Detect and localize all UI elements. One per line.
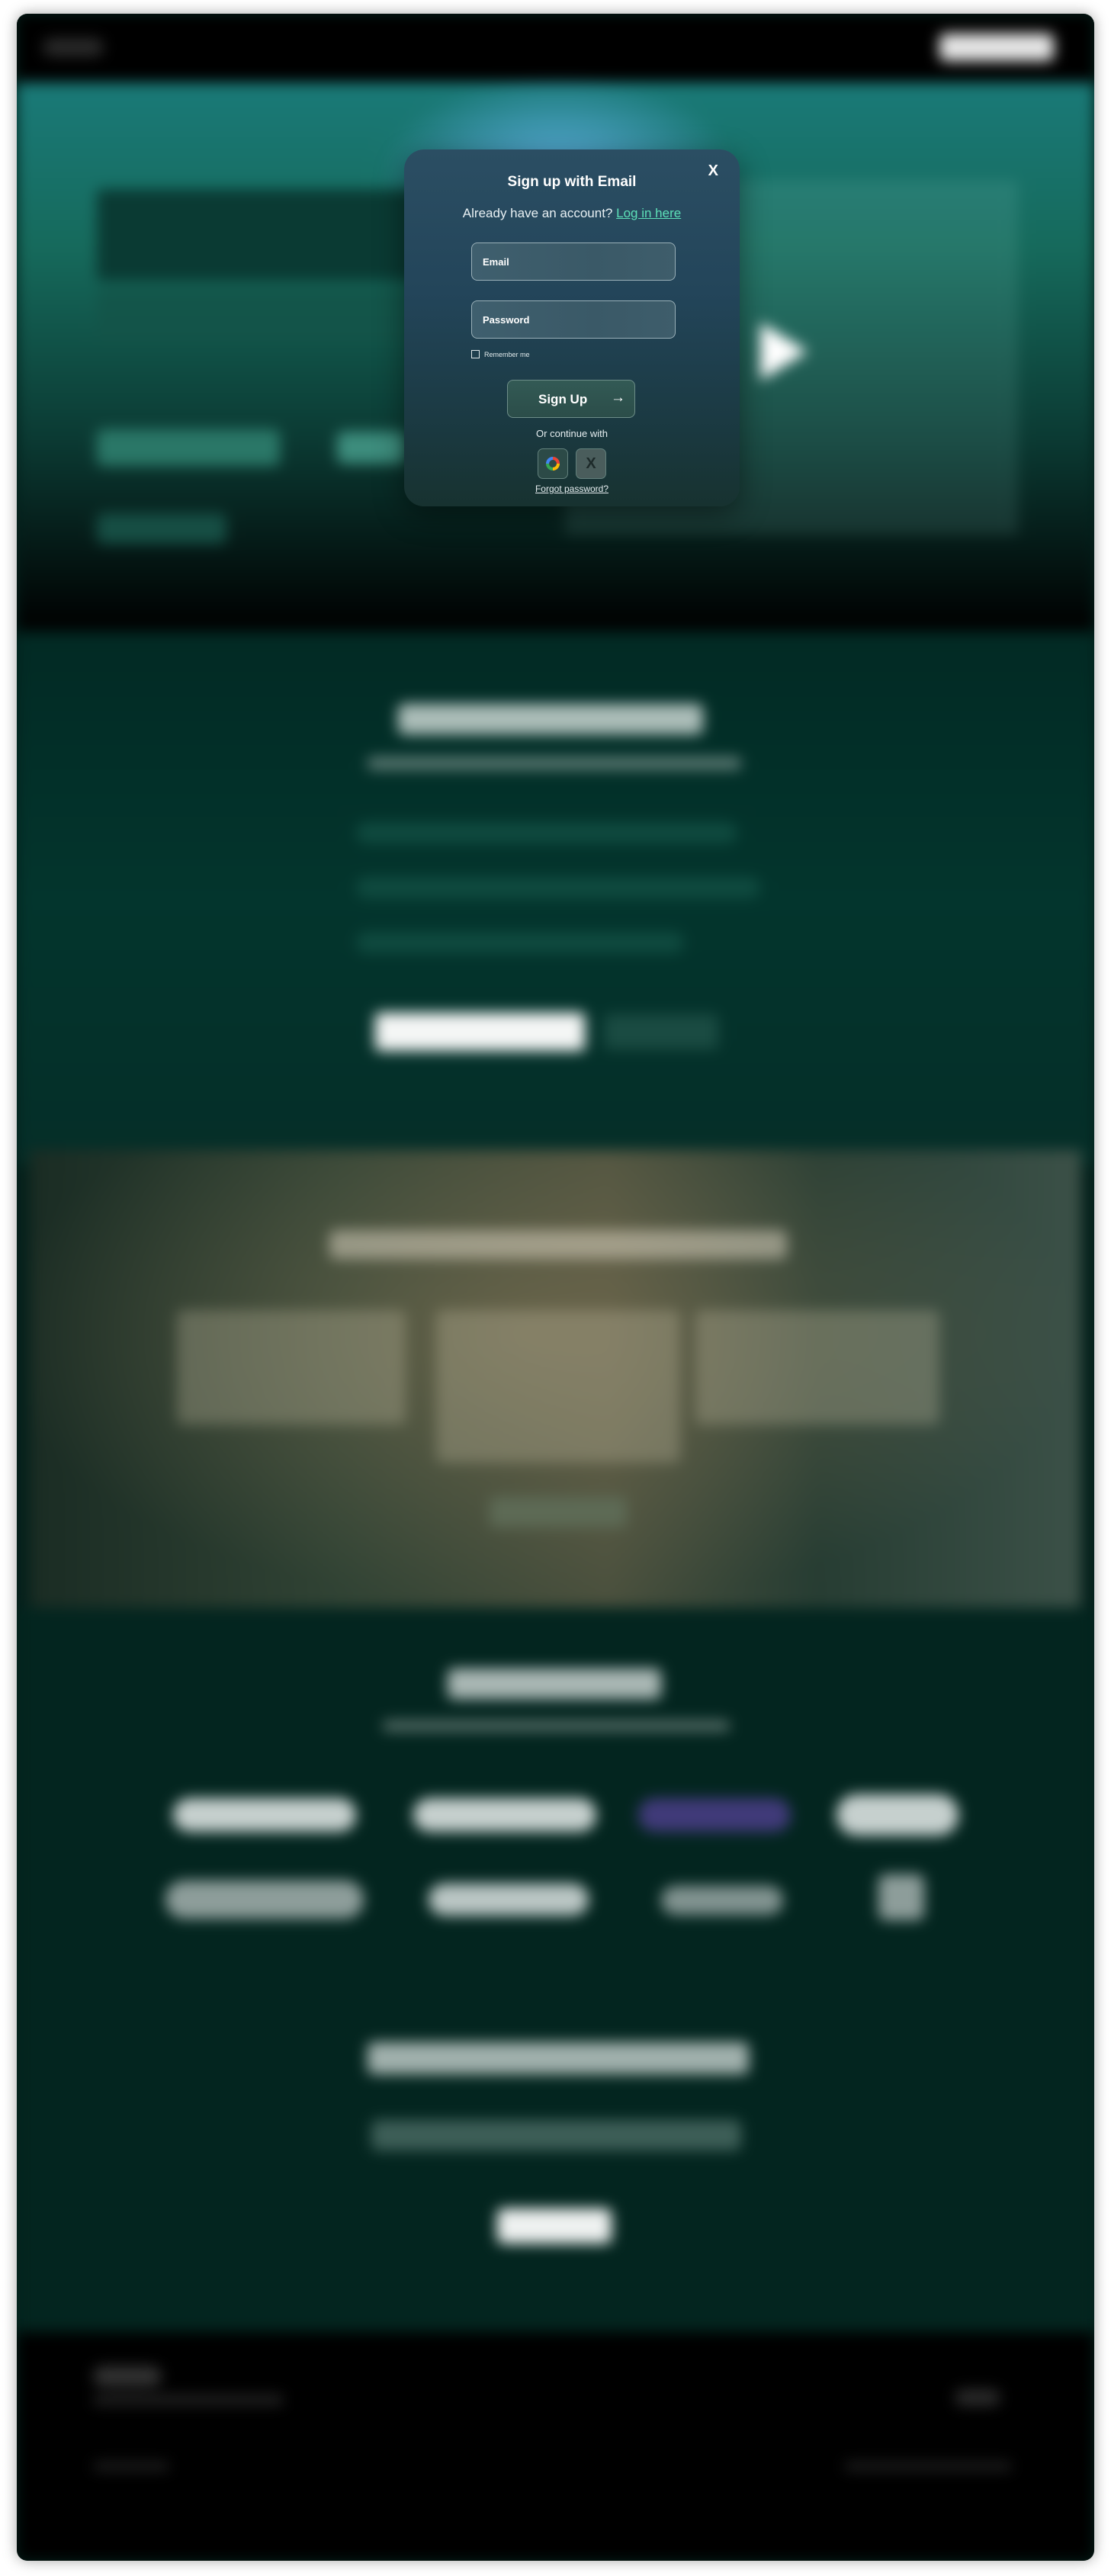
x-icon: X [586, 454, 596, 472]
or-continue-text: Or continue with [536, 428, 608, 439]
email-field[interactable] [471, 243, 676, 281]
step-1 [356, 822, 737, 843]
login-prompt-row: Already have an account? Log in here [404, 206, 740, 221]
google-icon [546, 457, 560, 471]
learn-text-block [371, 2120, 741, 2150]
footer-logo [93, 2366, 162, 2386]
how-to-title-block [398, 704, 703, 734]
play-icon[interactable] [760, 323, 808, 381]
footer [17, 2332, 1094, 2561]
creator-button[interactable] [490, 1497, 627, 1527]
password-field[interactable] [471, 300, 676, 339]
page-frame: X Sign up with Email Already have an acc… [17, 14, 1094, 2561]
arrow-right-icon: → [611, 390, 625, 406]
step-3 [356, 932, 684, 953]
partner-logo-6 [429, 1884, 589, 1916]
partner-logo-7 [661, 1886, 783, 1915]
partner-logo-3 [638, 1798, 791, 1832]
learn-button[interactable] [497, 2208, 612, 2244]
footer-links[interactable] [844, 2462, 1012, 2471]
x-login-button[interactable]: X [576, 448, 606, 479]
step-2 [356, 877, 760, 898]
learn-title-block [368, 2042, 749, 2074]
how-to-subtitle-block [368, 757, 741, 769]
login-prompt: Already have an account? [462, 206, 613, 220]
footer-copyright [93, 2462, 169, 2471]
nav-logo [43, 38, 104, 56]
forgot-password-link[interactable]: Forgot password? [404, 483, 740, 494]
remember-me[interactable]: Remember me [471, 350, 530, 358]
footer-tagline [93, 2395, 284, 2405]
partner-logo-2 [413, 1798, 596, 1832]
google-login-button[interactable] [538, 448, 568, 479]
partners-title-block [448, 1669, 661, 1699]
partner-logo-8 [878, 1874, 924, 1920]
login-link[interactable]: Log in here [616, 206, 681, 220]
remember-label: Remember me [484, 350, 530, 358]
creator-col-1 [177, 1310, 406, 1425]
partners-subtitle-block [383, 1720, 730, 1731]
remember-checkbox[interactable] [471, 350, 480, 358]
signup-modal: X Sign up with Email Already have an acc… [404, 149, 740, 506]
how-to-input[interactable] [375, 1013, 585, 1051]
partner-logo-4 [836, 1794, 958, 1836]
modal-title: Sign up with Email [507, 174, 637, 190]
creator-col-3 [695, 1310, 939, 1425]
signup-label: Sign Up [538, 392, 588, 406]
partner-logo-5 [165, 1881, 364, 1919]
footer-social[interactable] [955, 2389, 1000, 2406]
top-nav [17, 14, 1094, 82]
partner-logo-1 [173, 1798, 356, 1832]
hero-small-button[interactable] [97, 513, 226, 544]
hero-cta-secondary[interactable] [337, 432, 406, 464]
how-to-button[interactable] [604, 1014, 718, 1049]
creator-title-block [329, 1230, 787, 1259]
hero-cta-primary[interactable] [97, 429, 280, 466]
creator-col-2 [436, 1310, 680, 1463]
signup-button[interactable]: Sign Up → [507, 380, 635, 418]
nav-action-button[interactable] [939, 34, 1054, 61]
